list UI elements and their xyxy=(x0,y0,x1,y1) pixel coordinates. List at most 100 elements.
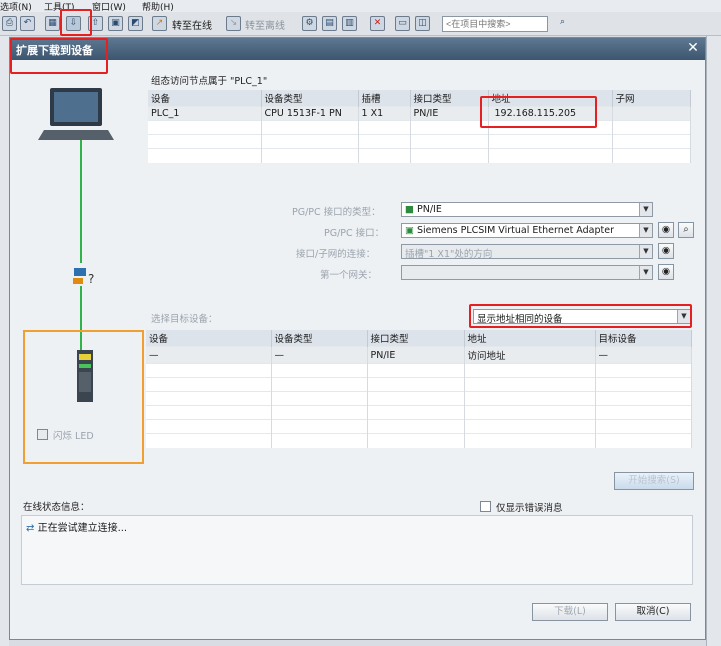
project-search-input[interactable] xyxy=(442,16,548,32)
col-address: 地址 xyxy=(464,330,596,347)
target-filter-value: 显示地址相同的设备 xyxy=(477,314,563,324)
chevron-down-icon: ▼ xyxy=(639,224,652,237)
target-table: 设备 设备类型 接口类型 地址 目标设备 — — PN/IE 访问地址 — xyxy=(146,330,692,448)
table-row-empty xyxy=(146,363,692,378)
cell-address: 192.168.115.205 xyxy=(488,106,613,121)
cell-device: — xyxy=(146,346,272,364)
go-offline-icon[interactable]: ↘ xyxy=(226,16,241,31)
pgpc-iface-label: PG/PC 接口： xyxy=(324,228,385,239)
subnet-conn-select[interactable]: 插槽"1 X1"处的方向 ▼ xyxy=(401,244,653,259)
chevron-down-icon: ▼ xyxy=(639,203,652,216)
table-row-empty xyxy=(146,405,692,420)
cell-target-device: — xyxy=(595,346,692,364)
connector-icon: ? xyxy=(73,268,94,286)
chevron-down-icon: ▼ xyxy=(639,245,652,258)
target-filter-select[interactable]: 显示地址相同的设备 ▼ xyxy=(473,309,691,324)
col-interface-type: 接口类型 xyxy=(410,90,489,107)
split-vertical-icon[interactable]: ◫ xyxy=(415,16,430,31)
pgpc-type-value: PN/IE xyxy=(417,204,442,215)
close-icon[interactable]: ✕ xyxy=(685,40,701,56)
subnet-conn-value: 插槽"1 X1"处的方向 xyxy=(405,249,493,259)
cell-address: 访问地址 xyxy=(464,346,596,364)
col-device-type: 设备类型 xyxy=(261,90,359,107)
go-online-button[interactable]: 转至在线 xyxy=(172,17,212,32)
table-row-empty xyxy=(148,134,691,149)
only-errors-checkbox[interactable] xyxy=(480,501,491,512)
simulation-icon[interactable]: ▣ xyxy=(108,16,123,31)
col-address: 地址 xyxy=(488,90,613,107)
cell-interface-type: PN/IE xyxy=(367,346,465,364)
table-row[interactable]: PLC_1 CPU 1513F-1 PN 1 X1 PN/IE 192.168.… xyxy=(148,106,691,121)
table-row-empty xyxy=(146,433,692,448)
dialog-title: 扩展下载到设备 xyxy=(16,44,93,57)
split-horizontal-icon[interactable]: ▭ xyxy=(395,16,410,31)
gateway-label: 第一个网关： xyxy=(320,270,378,281)
only-errors-label: 仅显示错误消息 xyxy=(496,503,563,514)
col-device-type: 设备类型 xyxy=(271,330,368,347)
gateway-select[interactable]: ▼ xyxy=(401,265,653,280)
chevron-down-icon: ▼ xyxy=(677,310,690,323)
status-caption: 在线状态信息： xyxy=(23,502,90,513)
cross-reference-icon[interactable]: ▤ xyxy=(322,16,337,31)
diagnostics-icon[interactable]: ⌕ xyxy=(678,222,694,238)
cell-interface-type: PN/IE xyxy=(410,106,489,121)
col-interface-type: 接口类型 xyxy=(367,330,465,347)
left-panel-edge xyxy=(0,36,9,646)
pgpc-type-select[interactable]: ■ PN/IE ▼ xyxy=(401,202,653,217)
status-message-row: ⇄ 正在尝试建立连接... xyxy=(26,519,127,534)
chevron-down-icon: ▼ xyxy=(639,266,652,279)
cell-slot: 1 X1 xyxy=(358,106,411,121)
dialog-titlebar: 扩展下载到设备 ✕ xyxy=(10,38,705,60)
go-offline-button[interactable]: 转至离线 xyxy=(245,17,285,32)
plc-device-icon xyxy=(77,350,93,402)
help-icon[interactable]: ◉ xyxy=(658,243,674,259)
extended-download-dialog: 扩展下载到设备 ✕ ? 闪烁 LED 组态访问节点属于 "PLC_1" 设备 设… xyxy=(9,37,706,640)
svg-text:?: ? xyxy=(88,272,94,286)
target-device-box: 闪烁 LED xyxy=(23,330,144,464)
table-row-empty xyxy=(146,391,692,406)
col-subnet: 子网 xyxy=(612,90,691,107)
target-label: 选择目标设备： xyxy=(151,314,218,325)
status-message-panel: ⇄ 正在尝试建立连接... xyxy=(21,515,693,585)
monitor-icon[interactable]: ▥ xyxy=(342,16,357,31)
properties-icon[interactable]: ◉ xyxy=(658,222,674,238)
pc-icon xyxy=(38,88,114,140)
go-online-icon[interactable]: ↗ xyxy=(152,16,167,31)
table-row-empty xyxy=(148,148,691,163)
stop-icon[interactable]: ◩ xyxy=(128,16,143,31)
start-search-button[interactable]: 开始搜索(S) xyxy=(614,472,694,490)
gateway-help-icon[interactable]: ◉ xyxy=(658,264,674,280)
toolbar: ⎙ ↶ ▦ ⇩ ⇧ ▣ ◩ ↗ 转至在线 ↘ 转至离线 ⚙ ▤ ▥ ✕ ▭ ◫ … xyxy=(0,12,721,36)
subnet-conn-label: 接口/子网的连接： xyxy=(296,249,376,260)
compile-icon[interactable]: ▦ xyxy=(45,16,60,31)
col-slot: 插槽 xyxy=(358,90,411,107)
pgpc-iface-select[interactable]: ▣ Siemens PLCSIM Virtual Ethernet Adapte… xyxy=(401,223,653,238)
status-message-text: 正在尝试建立连接... xyxy=(37,523,128,534)
download-button[interactable]: 下载(L) xyxy=(532,603,608,621)
search-icon[interactable]: ⌕ xyxy=(555,16,570,31)
flash-led-checkbox[interactable] xyxy=(37,429,48,440)
pgpc-type-label: PG/PC 接口的类型： xyxy=(292,207,381,218)
table-row-empty xyxy=(148,120,691,135)
save-icon[interactable]: ⎙ xyxy=(2,16,17,31)
pgpc-iface-value: Siemens PLCSIM Virtual Ethernet Adapter xyxy=(417,225,614,236)
table-row[interactable]: — — PN/IE 访问地址 — xyxy=(146,346,692,364)
col-device: 设备 xyxy=(148,90,262,107)
target-table-header: 设备 设备类型 接口类型 地址 目标设备 xyxy=(146,330,692,347)
config-table-header: 设备 设备类型 插槽 接口类型 地址 子网 xyxy=(148,90,691,107)
col-target-device: 目标设备 xyxy=(595,330,692,347)
config-caption: 组态访问节点属于 "PLC_1" xyxy=(151,76,268,87)
download-to-device-icon[interactable]: ⇩ xyxy=(66,16,81,31)
flash-led-label: 闪烁 LED xyxy=(53,431,94,442)
cancel-button[interactable]: 取消(C) xyxy=(615,603,691,621)
table-row-empty xyxy=(146,419,692,434)
accessible-devices-icon[interactable]: ⚙ xyxy=(302,16,317,31)
upload-icon[interactable]: ⇧ xyxy=(88,16,103,31)
cell-device-type: CPU 1513F-1 PN xyxy=(261,106,359,121)
close-icon[interactable]: ✕ xyxy=(370,16,385,31)
table-row-empty xyxy=(146,377,692,392)
undo-icon[interactable]: ↶ xyxy=(20,16,35,31)
config-table: 设备 设备类型 插槽 接口类型 地址 子网 PLC_1 CPU 1513F-1 … xyxy=(148,90,691,163)
cell-subnet xyxy=(612,106,691,121)
connecting-icon: ⇄ xyxy=(26,523,35,534)
